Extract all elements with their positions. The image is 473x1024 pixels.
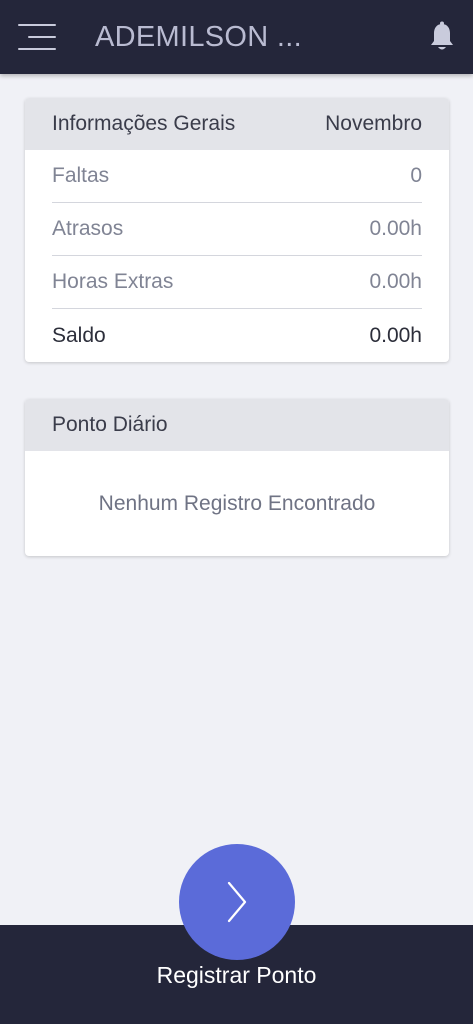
row-value: 0.00h — [369, 323, 422, 347]
hamburger-menu-icon[interactable] — [18, 24, 56, 50]
row-horas-extras: Horas Extras 0.00h — [52, 256, 422, 309]
row-atrasos: Atrasos 0.00h — [52, 203, 422, 256]
row-saldo: Saldo 0.00h — [52, 309, 422, 362]
register-label[interactable]: Registrar Ponto — [0, 962, 473, 989]
app-title: ADEMILSON ... — [95, 21, 302, 53]
daily-header: Ponto Diário — [25, 399, 449, 451]
row-label: Faltas — [52, 164, 110, 187]
daily-title: Ponto Diário — [52, 413, 168, 436]
row-value: 0.00h — [369, 217, 422, 240]
general-info-title: Informações Gerais — [52, 112, 236, 135]
empty-state-message: Nenhum Registro Encontrado — [98, 491, 376, 515]
bell-icon[interactable] — [427, 21, 457, 53]
month-label: Novembro — [325, 112, 422, 135]
row-label: Saldo — [52, 323, 106, 347]
register-button[interactable] — [179, 844, 295, 960]
general-info-list: Faltas 0 Atrasos 0.00h Horas Extras 0.00… — [25, 150, 449, 362]
general-info-card: Informações Gerais Novembro Faltas 0 Atr… — [25, 98, 449, 362]
row-label: Horas Extras — [52, 270, 174, 293]
daily-card: Ponto Diário Nenhum Registro Encontrado — [25, 399, 449, 556]
row-value: 0.00h — [369, 270, 422, 293]
row-faltas: Faltas 0 — [52, 150, 422, 203]
row-label: Atrasos — [52, 217, 124, 240]
general-info-header: Informações Gerais Novembro — [25, 98, 449, 150]
chevron-right-icon — [227, 881, 247, 923]
row-value: 0 — [410, 164, 422, 187]
top-app-bar: ADEMILSON ... — [0, 0, 473, 74]
